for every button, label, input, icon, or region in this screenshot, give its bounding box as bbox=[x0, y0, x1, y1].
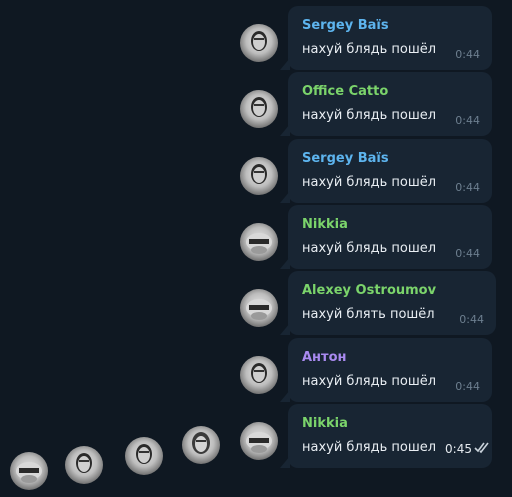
message-text: нахуй блядь пошел bbox=[302, 241, 437, 256]
bubble-tail bbox=[280, 124, 290, 136]
user-avatar-icon bbox=[251, 164, 267, 184]
message-text: нахуй блядь пошёл bbox=[302, 374, 437, 389]
sender-name[interactable]: Alexey Ostroumov bbox=[302, 283, 436, 298]
sender-name[interactable]: Sergey Baïs bbox=[302, 18, 389, 33]
user-avatar-icon bbox=[16, 462, 42, 483]
message-time: 0:44 bbox=[455, 247, 480, 260]
bubble-tail bbox=[280, 58, 290, 70]
sender-avatar[interactable] bbox=[240, 356, 278, 394]
sender-avatar[interactable] bbox=[240, 422, 278, 460]
user-avatar-icon bbox=[246, 299, 272, 320]
bubble-tail bbox=[280, 456, 290, 468]
message-time: 0:44 bbox=[455, 181, 480, 194]
chat-area: Sergey Baïs нахуй блядь пошёл 0:44 Offic… bbox=[0, 0, 512, 497]
sender-avatar[interactable] bbox=[240, 223, 278, 261]
message-text: нахуй блядь пошел bbox=[302, 108, 437, 123]
sender-avatar[interactable] bbox=[240, 157, 278, 195]
sender-name[interactable]: Антон bbox=[302, 350, 347, 365]
user-avatar-icon bbox=[251, 31, 267, 51]
message-text: нахуй блядь пошел bbox=[302, 440, 437, 455]
bubble-tail bbox=[280, 257, 290, 269]
message-time: 0:44 bbox=[455, 380, 480, 393]
reader-avatar[interactable] bbox=[65, 446, 103, 484]
sender-name[interactable]: Office Catto bbox=[302, 84, 388, 99]
user-avatar-icon bbox=[251, 363, 267, 383]
reader-avatar[interactable] bbox=[10, 452, 48, 490]
message-bubble[interactable]: Nikkia нахуй блядь пошел 0:45 bbox=[280, 404, 492, 468]
user-avatar-icon bbox=[76, 453, 92, 473]
user-avatar-icon bbox=[251, 97, 267, 117]
message-bubble[interactable]: Антон нахуй блядь пошёл 0:44 bbox=[280, 338, 492, 402]
message-text: нахуй блядь пошёл bbox=[302, 175, 437, 190]
message-bubble[interactable]: Sergey Baïs нахуй блядь пошёл 0:44 bbox=[280, 139, 492, 203]
sender-name[interactable]: Nikkia bbox=[302, 217, 348, 232]
reader-avatar[interactable] bbox=[182, 426, 220, 464]
message-bubble[interactable]: Sergey Baïs нахуй блядь пошёл 0:44 bbox=[280, 6, 492, 70]
double-check-icon bbox=[474, 442, 489, 454]
bubble-tail bbox=[280, 323, 290, 335]
message-time: 0:44 bbox=[455, 48, 480, 61]
sender-name[interactable]: Nikkia bbox=[302, 416, 348, 431]
sender-avatar[interactable] bbox=[240, 24, 278, 62]
message-bubble[interactable]: Office Catto нахуй блядь пошел 0:44 bbox=[280, 72, 492, 136]
user-avatar-icon bbox=[246, 432, 272, 453]
message-bubble[interactable]: Alexey Ostroumov нахуй блять пошёл 0:44 bbox=[280, 271, 496, 335]
message-bubble[interactable]: Nikkia нахуй блядь пошел 0:44 bbox=[280, 205, 492, 269]
bubble-tail bbox=[280, 390, 290, 402]
message-time: 0:45 bbox=[445, 442, 472, 456]
bubble-tail bbox=[280, 191, 290, 203]
sender-name[interactable]: Sergey Baïs bbox=[302, 151, 389, 166]
sender-avatar[interactable] bbox=[240, 289, 278, 327]
user-avatar-icon bbox=[136, 444, 152, 464]
reader-avatar[interactable] bbox=[125, 437, 163, 475]
message-text: нахуй блядь пошёл bbox=[302, 42, 437, 57]
user-avatar-icon bbox=[246, 233, 272, 254]
message-time: 0:44 bbox=[455, 114, 480, 127]
sender-avatar[interactable] bbox=[240, 90, 278, 128]
message-text: нахуй блять пошёл bbox=[302, 307, 435, 322]
user-avatar-icon bbox=[192, 432, 210, 454]
message-time: 0:44 bbox=[459, 313, 484, 326]
